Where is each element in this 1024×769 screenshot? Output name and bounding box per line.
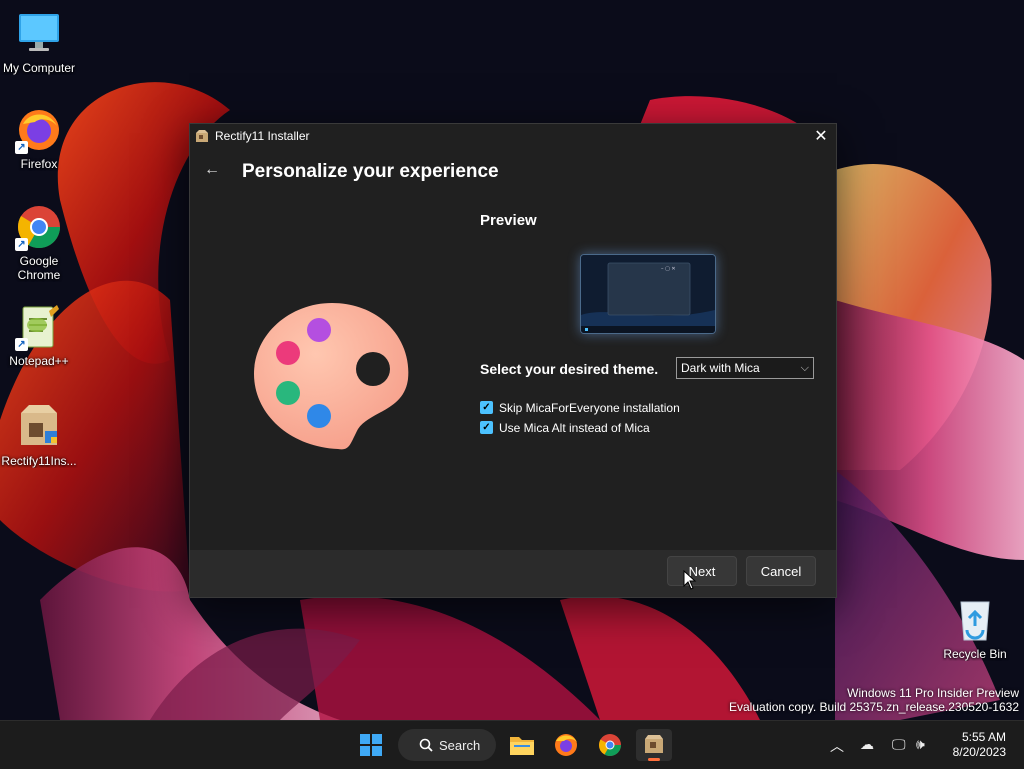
search-label: Search: [439, 738, 481, 753]
window-titlebar[interactable]: Rectify11 Installer ✕: [190, 124, 836, 150]
firefox-icon: [555, 734, 577, 756]
chrome-icon: ↗: [15, 203, 63, 251]
watermark-edition: Windows 11 Pro Insider Preview: [847, 686, 1019, 700]
start-button[interactable]: [353, 729, 389, 761]
desktop-icon-firefox[interactable]: ↗ Firefox: [0, 106, 78, 171]
window-title: Rectify11 Installer: [215, 129, 310, 143]
shortcut-arrow-icon: ↗: [15, 141, 28, 154]
checkbox-checked-icon: ✓: [480, 401, 493, 415]
taskbar-clock[interactable]: 5:55 AM 8/20/2023: [953, 730, 1006, 760]
package-box-icon: [195, 129, 209, 143]
desktop-icon-recycle-bin[interactable]: Recycle Bin: [936, 596, 1014, 661]
shortcut-arrow-icon: ↗: [15, 338, 28, 351]
desktop-icon-rectify11-installer[interactable]: Rectify11Ins...: [0, 403, 78, 468]
desktop-icon-label: Notepad++: [9, 354, 69, 368]
checkbox-label: Skip MicaForEveryone installation: [499, 400, 680, 415]
theme-select-label: Select your desired theme.: [480, 361, 659, 377]
theme-dropdown-value: Dark with Mica: [681, 361, 760, 375]
desktop-icon-notepadpp[interactable]: ↗ Notepad++: [0, 303, 78, 368]
desktop-icon-label: Firefox: [20, 157, 58, 171]
taskbar-search-button[interactable]: Search: [398, 729, 496, 761]
windows-logo-icon: [360, 734, 382, 756]
checkbox-checked-icon: ✓: [480, 421, 493, 435]
page-title: Personalize your experience: [242, 161, 499, 182]
theme-dropdown[interactable]: Dark with Mica ⌵: [676, 357, 814, 379]
cancel-button[interactable]: Cancel: [746, 556, 816, 586]
back-arrow-icon[interactable]: ←: [204, 161, 220, 179]
checkbox-label: Use Mica Alt instead of Mica: [499, 420, 650, 435]
taskbar: Search ︿ ☁ 🖵 🕪 5:55 AM 8/20/2023: [0, 720, 1024, 769]
desktop-icon-label: Rectify11Ins...: [1, 454, 77, 468]
taskbar-rectify11-installer[interactable]: [636, 729, 672, 761]
close-icon[interactable]: ✕: [806, 124, 836, 150]
desktop-icon-label: Recycle Bin: [943, 647, 1007, 661]
recycle-bin-icon: [951, 596, 999, 644]
notepadpp-icon: ↗: [15, 303, 63, 351]
rectify11-installer-window: Rectify11 Installer ✕ ← Personalize your…: [189, 123, 837, 598]
network-icon[interactable]: 🖵: [892, 736, 906, 753]
mouse-cursor-icon: [683, 569, 697, 595]
use-mica-alt-checkbox[interactable]: ✓ Use Mica Alt instead of Mica: [480, 419, 650, 435]
taskbar-firefox[interactable]: [548, 729, 584, 761]
chevron-down-icon: ⌵: [800, 362, 809, 374]
shortcut-arrow-icon: ↗: [15, 238, 28, 251]
taskbar-chrome[interactable]: [592, 729, 628, 761]
onedrive-cloud-icon[interactable]: ☁: [860, 736, 874, 753]
package-box-icon: [15, 403, 63, 451]
palette-icon: [250, 299, 415, 459]
search-icon: [419, 738, 433, 752]
desktop-icon-label: Google Chrome: [17, 254, 61, 282]
theme-preview-image: – ▢ ✕: [580, 254, 716, 334]
next-button[interactable]: Next: [667, 556, 737, 586]
window-footer: Next Cancel: [190, 550, 836, 597]
volume-icon[interactable]: 🕪: [916, 736, 925, 753]
svg-text:– ▢ ✕: – ▢ ✕: [661, 266, 676, 272]
folder-icon: [510, 737, 534, 755]
desktop-icon-label: My Computer: [2, 61, 76, 75]
package-box-icon: [645, 735, 663, 761]
taskbar-file-explorer[interactable]: [504, 729, 540, 761]
clock-time: 5:55 AM: [961, 730, 1006, 744]
desktop-icon-google-chrome[interactable]: ↗ Google Chrome: [0, 203, 78, 282]
show-hidden-icons-chevron-icon[interactable]: ︿: [830, 736, 844, 756]
skip-micaforeveryone-checkbox[interactable]: ✓ Skip MicaForEveryone installation: [480, 399, 680, 415]
desktop-icon-my-computer[interactable]: My Computer: [0, 10, 78, 75]
evaluation-watermark: Windows 11 Pro Insider Preview Evaluatio…: [729, 686, 1019, 714]
preview-heading: Preview: [480, 212, 537, 229]
watermark-build: Evaluation copy. Build 25375.zn_release.…: [729, 700, 1019, 714]
monitor-icon: [15, 10, 63, 58]
firefox-icon: ↗: [15, 106, 63, 154]
clock-date: 8/20/2023: [952, 745, 1006, 759]
chrome-icon: [599, 734, 621, 756]
